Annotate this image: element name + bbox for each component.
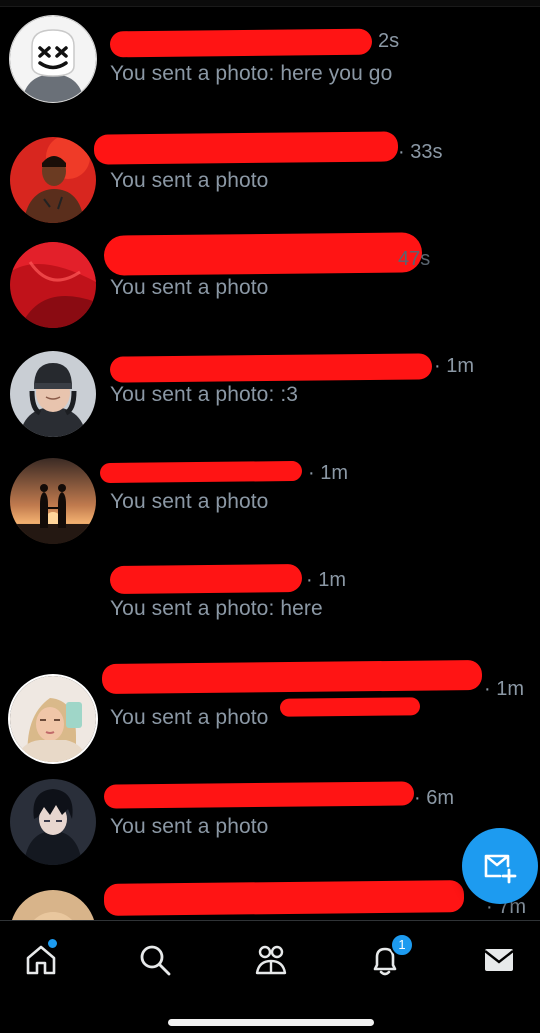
avatar[interactable]: [10, 16, 96, 102]
redacted-name: [93, 131, 399, 165]
redacted-name: [103, 232, 423, 276]
timestamp: · 6m: [414, 787, 454, 809]
tab-messages[interactable]: [474, 935, 524, 985]
message-preview: You sent a photo: [110, 169, 269, 192]
avatar[interactable]: [10, 242, 96, 328]
notification-count-badge: 1: [390, 933, 414, 957]
tab-notifications[interactable]: 1: [360, 933, 414, 985]
redacted-name: [103, 880, 465, 916]
conversation-row[interactable]: 2s You sent a photo: here you go: [0, 0, 540, 107]
conversation-row[interactable]: · 6m You sent a photo: [0, 749, 540, 865]
timestamp: · 1m: [484, 678, 524, 700]
timestamp: · 1m: [306, 569, 346, 591]
timestamp: · 33s: [398, 141, 443, 163]
message-preview: You sent a photo: [110, 490, 269, 513]
conversation-list[interactable]: 2s You sent a photo: here you go · 33s Y…: [0, 0, 540, 920]
anime-character-avatar-image: [10, 779, 96, 865]
redacted-name: [103, 781, 415, 809]
message-preview: You sent a photo: here: [110, 597, 323, 620]
message-preview: You sent a photo: :3: [110, 383, 299, 406]
conversation-row[interactable]: 47s You sent a photo: [0, 214, 540, 328]
avatar[interactable]: [10, 779, 96, 865]
redacted-name: [99, 460, 303, 484]
marshmello-avatar-image: [10, 16, 96, 102]
tab-search[interactable]: [130, 935, 180, 985]
new-message-icon: [484, 854, 517, 884]
envelope-icon: [484, 949, 514, 971]
communities-icon: [255, 945, 287, 975]
conversation-row[interactable]: · 1m You sent a photo: [0, 428, 540, 544]
redacted-name: [109, 28, 373, 58]
avatar[interactable]: [10, 137, 96, 223]
message-preview: You sent a photo: [110, 276, 269, 299]
home-indicator-bar: [168, 1019, 374, 1026]
home-new-indicator: [46, 937, 59, 950]
beanie-person-avatar-image: [10, 351, 96, 437]
avatar[interactable]: [10, 351, 96, 437]
sunset-silhouette-avatar-image: [10, 458, 96, 544]
conversation-row[interactable]: · 33s You sent a photo: [0, 107, 540, 223]
partial-face-avatar-image: [10, 890, 96, 920]
redacted-name: [109, 563, 303, 595]
concert-portrait-avatar-image: [10, 137, 96, 223]
timestamp: · 1m: [434, 355, 474, 377]
message-preview: You sent a photo: here you go: [110, 62, 393, 85]
message-preview: You sent a photo: [110, 706, 269, 729]
new-message-button[interactable]: [462, 828, 538, 904]
redacted-name: [109, 353, 433, 383]
message-preview: You sent a photo: [110, 815, 269, 838]
conversation-row[interactable]: · 1m You sent a photo: here: [0, 535, 540, 642]
timestamp: · 1m: [308, 462, 348, 484]
search-icon: [140, 945, 171, 976]
timestamp: 2s: [378, 30, 400, 52]
redacted-name-extra: [279, 697, 421, 717]
bottom-tab-bar: 1: [0, 920, 540, 1033]
timestamp: 47s: [398, 248, 431, 270]
conversation-row[interactable]: · 1m You sent a photo: [0, 642, 540, 762]
avatar[interactable]: [10, 458, 96, 544]
conversation-row[interactable]: · 1m You sent a photo: :3: [0, 321, 540, 437]
conversation-row[interactable]: · 7m: [0, 856, 540, 920]
red-abstract-avatar-image: [10, 242, 96, 328]
redacted-name: [101, 660, 483, 694]
tab-home[interactable]: [16, 935, 66, 985]
tab-communities[interactable]: [245, 935, 295, 985]
avatar[interactable]: [10, 890, 96, 920]
